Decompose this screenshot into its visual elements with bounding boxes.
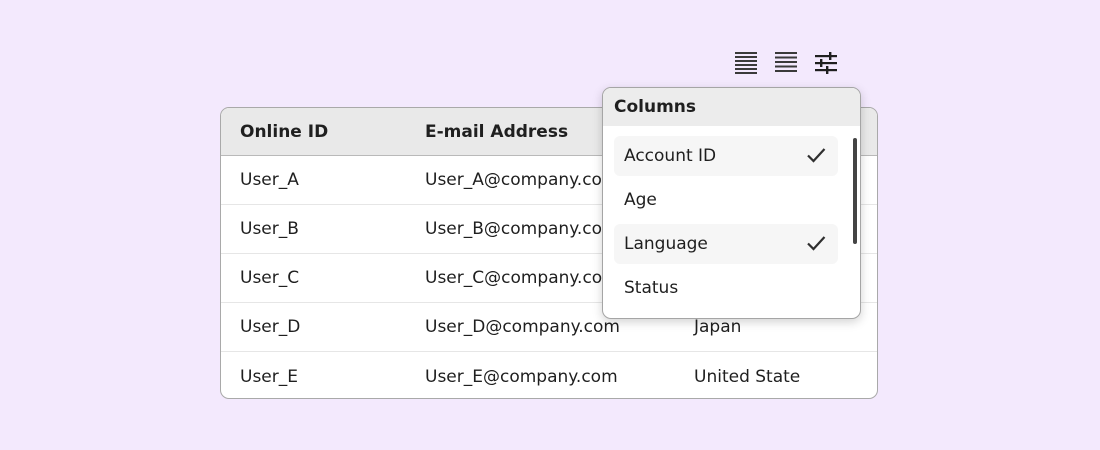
cell-online-id: User_B — [240, 219, 299, 239]
column-option-label: Age — [624, 190, 657, 210]
density-comfortable-button[interactable] — [774, 50, 798, 76]
cell-email: User_A@company.com — [425, 170, 619, 190]
density-comfortable-icon — [775, 52, 797, 72]
column-option-label: Language — [624, 234, 708, 254]
column-option-status[interactable]: Status — [614, 268, 838, 308]
cell-online-id: User_D — [240, 317, 301, 337]
cell-online-id: User_C — [240, 268, 300, 288]
column-option-language[interactable]: Language — [614, 224, 838, 264]
column-settings-icon — [815, 52, 837, 74]
cell-email: User_E@company.com — [425, 366, 618, 387]
column-header-online-id[interactable]: Online ID — [240, 108, 328, 155]
column-settings-button[interactable] — [814, 50, 838, 76]
column-option-age[interactable]: Age — [614, 180, 838, 220]
cell-country: United State — [694, 366, 801, 387]
density-compact-button[interactable] — [734, 50, 758, 76]
columns-menu-scrollbar[interactable] — [853, 138, 857, 244]
cell-email: User_B@company.com — [425, 219, 619, 239]
check-icon — [807, 236, 826, 251]
table-toolbar — [734, 50, 838, 76]
cell-online-id: User_E — [240, 366, 298, 387]
check-icon — [807, 148, 826, 163]
cell-email: User_C@company.com — [425, 268, 619, 288]
column-option-account-id[interactable]: Account ID — [614, 136, 838, 176]
cell-online-id: User_A — [240, 170, 299, 190]
column-option-label: Account ID — [624, 146, 717, 166]
cell-email: User_D@company.com — [425, 317, 620, 337]
table-row[interactable]: User_E User_E@company.com United State — [221, 352, 877, 398]
columns-menu-title: Columns — [603, 88, 860, 126]
columns-menu: Columns Account ID Age Language Status — [602, 87, 861, 319]
density-compact-icon — [735, 52, 757, 74]
column-header-email[interactable]: E-mail Address — [425, 108, 568, 155]
column-option-label: Status — [624, 278, 679, 298]
